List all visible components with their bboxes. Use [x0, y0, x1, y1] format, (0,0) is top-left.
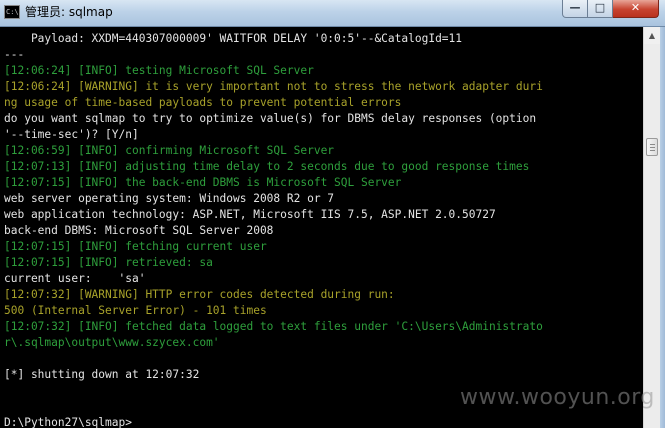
console-line: [12:07:15] [INFO] fetching current user [4, 240, 267, 253]
console-line: [12:07:32] [WARNING] HTTP error codes de… [4, 288, 395, 301]
console-line: back-end DBMS: Microsoft SQL Server 2008 [4, 224, 274, 237]
console-line: [12:07:15] [INFO] retrieved: sa [4, 256, 213, 269]
console-line: r\.sqlmap\output\www.szycex.com' [4, 336, 220, 349]
console-output[interactable]: Payload: XXDM=440307000009' WAITFOR DELA… [0, 27, 643, 428]
console-line: current user: 'sa' [4, 272, 146, 285]
console-line: web application technology: ASP.NET, Mic… [4, 208, 496, 221]
console-line: '--time-sec')? [Y/n] [4, 128, 139, 141]
console-line: [12:06:24] [INFO] testing Microsoft SQL … [4, 64, 314, 77]
console-line: [12:07:15] [INFO] the back-end DBMS is M… [4, 176, 402, 189]
console-line: ng usage of time-based payloads to preve… [4, 96, 402, 109]
close-button[interactable]: ✕ [613, 0, 659, 18]
window-title: 管理员: sqlmap [25, 5, 113, 19]
thumb-grip-icon [650, 150, 655, 151]
console-lines: Payload: XXDM=440307000009' WAITFOR DELA… [4, 31, 543, 428]
console-app-icon[interactable]: C:\ [4, 5, 20, 19]
console-line: [12:07:13] [INFO] adjusting time delay t… [4, 160, 530, 173]
minimize-button[interactable]: — [562, 0, 588, 18]
console-window: C:\ 管理员: sqlmap — □ ✕ Payload: XXDM=4403… [0, 0, 665, 428]
watermark: www.wooyun.org [460, 385, 655, 410]
console-line: [*] shutting down at 12:07:32 [4, 368, 200, 381]
scroll-thumb[interactable] [646, 138, 658, 156]
console-line: [12:06:59] [INFO] confirming Microsoft S… [4, 144, 335, 157]
console-line: 500 (Internal Server Error) - 101 times [4, 304, 267, 317]
scroll-up-arrow-icon[interactable]: ▲ [644, 27, 660, 44]
console-line: [12:07:32] [INFO] fetched data logged to… [4, 320, 543, 333]
console-line: Payload: XXDM=440307000009' WAITFOR DELA… [4, 32, 463, 45]
console-line: web server operating system: Windows 200… [4, 192, 335, 205]
title-bar[interactable]: C:\ 管理员: sqlmap — □ ✕ [0, 0, 665, 27]
thumb-grip-icon [650, 147, 655, 148]
maximize-button[interactable]: □ [588, 0, 613, 18]
vertical-scrollbar[interactable]: ▲ [643, 27, 660, 428]
console-line: [12:06:24] [WARNING] it is very importan… [4, 80, 543, 93]
thumb-grip-icon [650, 144, 655, 145]
console-line: D:\Python27\sqlmap> [4, 416, 132, 428]
console-line: do you want sqlmap to try to optimize va… [4, 112, 537, 125]
console-line: --- [4, 48, 25, 61]
window-frame-right [660, 27, 665, 428]
